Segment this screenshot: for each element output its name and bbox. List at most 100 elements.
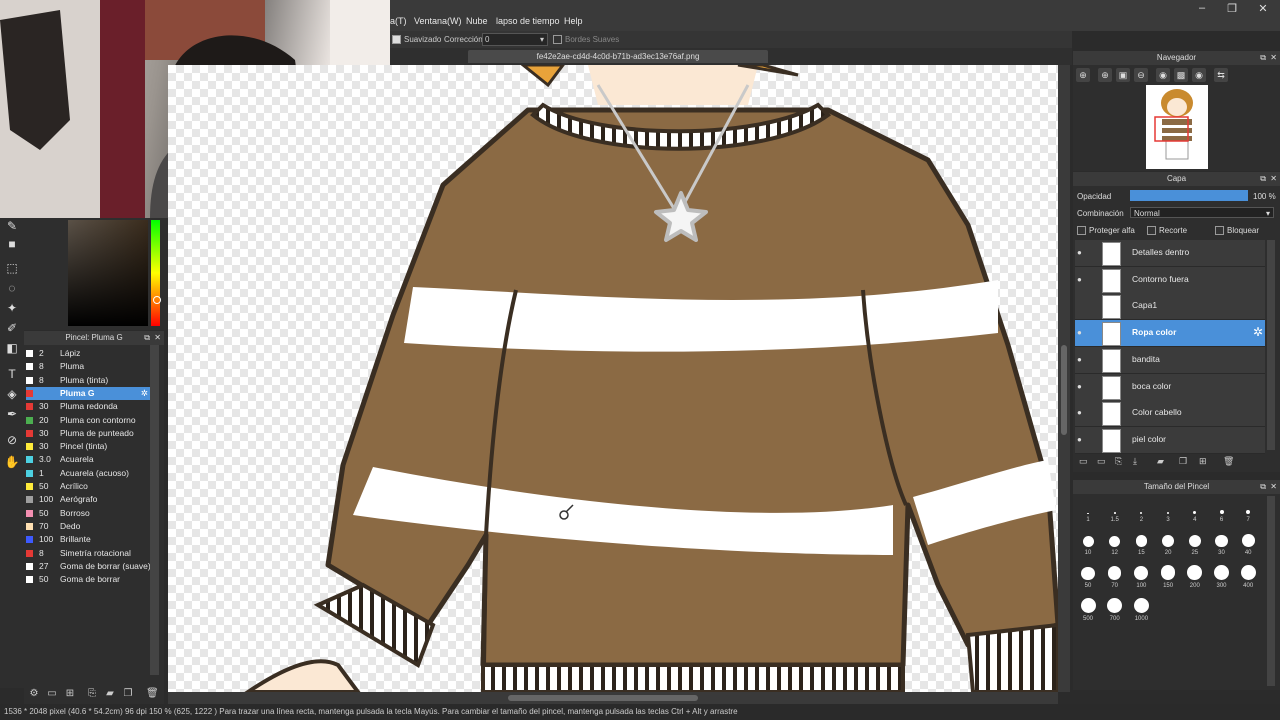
- canvas-vertical-scrollbar[interactable]: [1058, 65, 1070, 692]
- add-brush-icon[interactable]: ⊞: [64, 688, 76, 700]
- brush-size-option[interactable]: 50: [1077, 564, 1099, 589]
- close-icon[interactable]: ✕: [1270, 482, 1277, 491]
- brush-size-option[interactable]: 100: [1130, 564, 1152, 589]
- brush-size-option[interactable]: 7: [1237, 498, 1259, 523]
- rotate-right-icon[interactable]: ◉: [1192, 68, 1206, 82]
- brush-item[interactable]: 8 Simetría rotacional: [26, 547, 150, 560]
- brush-size-option[interactable]: 25: [1184, 531, 1206, 556]
- brush-size-option[interactable]: 500: [1077, 597, 1099, 622]
- close-icon[interactable]: ✕: [1270, 174, 1277, 183]
- bucket-tool-icon[interactable]: ◈: [4, 386, 20, 402]
- hue-slider[interactable]: [151, 220, 160, 326]
- brush-size-option[interactable]: 700: [1104, 597, 1126, 622]
- brush-item[interactable]: 20 Pluma con contorno: [26, 414, 150, 427]
- drawing-canvas[interactable]: [168, 65, 1058, 692]
- zoom-out-icon[interactable]: ⊖: [1134, 68, 1148, 82]
- copy-layer-icon[interactable]: ⎘: [1115, 456, 1122, 467]
- blend-select[interactable]: Normal ▾: [1130, 207, 1274, 218]
- brush-size-option[interactable]: 1.5: [1104, 498, 1126, 523]
- scroll-thumb[interactable]: [508, 695, 698, 701]
- trash-icon[interactable]: 🗑: [146, 688, 159, 700]
- menu-help[interactable]: Help: [564, 16, 583, 26]
- close-icon[interactable]: ✕: [1270, 53, 1277, 62]
- magic-wand-tool-icon[interactable]: ✦: [4, 300, 20, 316]
- brush-item[interactable]: 2 Lápiz: [26, 347, 150, 360]
- brush-item[interactable]: Pluma G ✲: [26, 386, 150, 400]
- zoom-in-icon[interactable]: ⊕: [1076, 68, 1090, 82]
- brush-item[interactable]: 8 Pluma (tinta): [26, 374, 150, 387]
- new-layer-icon[interactable]: ▭: [1079, 456, 1088, 467]
- smoothing-checkbox[interactable]: Suavizado: [392, 35, 441, 45]
- brush-item[interactable]: 30 Pincel (tinta): [26, 440, 150, 453]
- visibility-icon[interactable]: ●: [1077, 382, 1083, 390]
- clipping-checkbox[interactable]: Recorte: [1147, 226, 1187, 236]
- brush-item[interactable]: 1 Acuarela (acuoso): [26, 467, 150, 480]
- brush-item[interactable]: 3.0 Acuarela: [26, 453, 150, 466]
- new-layer-alt-icon[interactable]: ▭: [1097, 456, 1106, 467]
- zoom-in-alt-icon[interactable]: ⊕: [1098, 68, 1112, 82]
- brush-size-option[interactable]: 3: [1157, 498, 1179, 523]
- duplicate-icon[interactable]: ❐: [122, 688, 134, 700]
- brush-size-option[interactable]: 2: [1130, 498, 1152, 523]
- layer-row[interactable]: ● piel color: [1075, 426, 1265, 454]
- gear-icon[interactable]: ✲: [141, 387, 148, 400]
- visibility-icon[interactable]: ●: [1077, 329, 1083, 337]
- brush-item[interactable]: 30 Pluma de punteado: [26, 427, 150, 440]
- text-tool-icon[interactable]: T: [4, 366, 20, 382]
- correction-select[interactable]: 0 ▾: [482, 33, 548, 46]
- float-icon[interactable]: ⧉: [1260, 174, 1266, 184]
- layer-row[interactable]: Capa1: [1075, 293, 1265, 321]
- brush-tool-icon[interactable]: ✎: [4, 218, 20, 234]
- layer-row[interactable]: ● bandita: [1075, 346, 1265, 374]
- brush-size-option[interactable]: 4: [1184, 498, 1206, 523]
- duplicate-icon[interactable]: ❐: [1179, 456, 1187, 467]
- new-brush-icon[interactable]: ▭: [46, 688, 58, 700]
- menu-window[interactable]: Ventana(W): [414, 16, 462, 26]
- layer-row[interactable]: ● Detalles dentro: [1075, 240, 1265, 267]
- protect-alpha-checkbox[interactable]: Proteger alfa: [1077, 226, 1135, 236]
- brush-size-option[interactable]: 300: [1211, 564, 1233, 589]
- visibility-icon[interactable]: [1077, 303, 1083, 309]
- settings-icon[interactable]: ⚙: [28, 688, 40, 700]
- brush-item[interactable]: 30 Pluma redonda: [26, 400, 150, 413]
- brush-size-option[interactable]: 1000: [1130, 597, 1152, 622]
- canvas-horizontal-scrollbar[interactable]: [168, 692, 1058, 704]
- saturation-value-picker[interactable]: [68, 220, 148, 326]
- brush-size-option[interactable]: 6: [1211, 498, 1233, 523]
- layer-list-scrollbar[interactable]: [1267, 240, 1275, 450]
- close-icon[interactable]: ✕: [154, 333, 161, 342]
- brush-size-scrollbar[interactable]: [1267, 496, 1275, 686]
- brush-list-scrollbar[interactable]: [150, 345, 159, 675]
- gear-icon[interactable]: ✲: [1253, 325, 1263, 339]
- brush-size-option[interactable]: 20: [1157, 531, 1179, 556]
- fit-icon[interactable]: ▣: [1116, 68, 1130, 82]
- select-tool-icon[interactable]: ⬚: [4, 260, 20, 276]
- brush-size-option[interactable]: 30: [1211, 531, 1233, 556]
- layer-row[interactable]: ● Contorno fuera: [1075, 266, 1265, 294]
- folder-icon[interactable]: ▰: [1157, 456, 1164, 467]
- hue-marker[interactable]: [153, 296, 161, 304]
- brush-size-option[interactable]: 150: [1157, 564, 1179, 589]
- brush-item[interactable]: 70 Dedo: [26, 520, 150, 533]
- menu-cloud[interactable]: Nube: [466, 16, 488, 26]
- hand-tool-icon[interactable]: ✋: [4, 454, 20, 470]
- float-icon[interactable]: ⧉: [1260, 53, 1266, 63]
- restore-button[interactable]: ❐: [1224, 2, 1240, 15]
- layer-row[interactable]: ● Color cabello: [1075, 400, 1265, 428]
- brush-item[interactable]: 50 Acrílico: [26, 480, 150, 493]
- flip-icon[interactable]: ⇆: [1214, 68, 1228, 82]
- trash-icon[interactable]: 🗑: [1223, 456, 1234, 467]
- brush-size-option[interactable]: 10: [1077, 531, 1099, 556]
- lock-checkbox[interactable]: Bloquear: [1215, 226, 1259, 236]
- lasso-tool-icon[interactable]: ◌: [4, 280, 20, 296]
- visibility-icon[interactable]: ●: [1077, 355, 1083, 363]
- brush-item[interactable]: 100 Aerógrafo: [26, 493, 150, 506]
- copy-icon[interactable]: ⎘: [86, 688, 98, 700]
- brush-item[interactable]: 8 Pluma: [26, 360, 150, 373]
- document-tab[interactable]: fe42e2ae-cd4d-4c0d-b71b-ad3ec13e76af.png: [468, 50, 768, 63]
- brush-size-option[interactable]: 1: [1077, 498, 1099, 523]
- layer-row[interactable]: ● boca color: [1075, 373, 1265, 401]
- eyedropper-tool-icon[interactable]: ⊘: [4, 432, 20, 448]
- brush-item[interactable]: 50 Goma de borrar: [26, 573, 150, 586]
- visibility-icon[interactable]: ●: [1077, 275, 1083, 283]
